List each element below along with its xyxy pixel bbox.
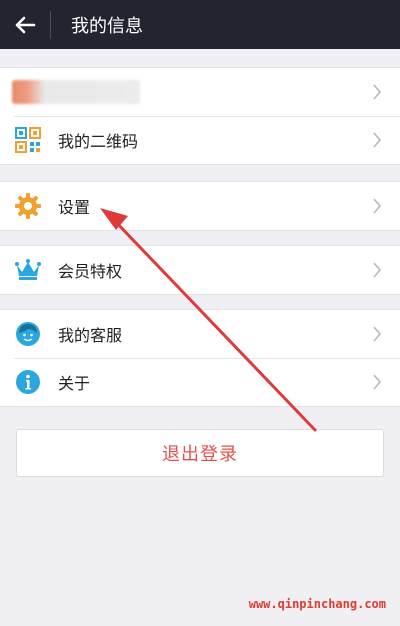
menu-item-qrcode[interactable]: 我的二维码 [0,116,400,164]
logout-label: 退出登录 [162,444,238,465]
crown-icon [14,256,42,284]
menu-item-label: 关于 [58,374,91,393]
group-vip: 会员特权 [0,245,400,295]
page-title: 我的信息 [71,15,143,37]
chevron-right-icon [373,198,382,214]
service-icon [14,320,42,348]
menu-item-label: 会员特权 [58,262,123,281]
group-profile: 我的二维码 [0,67,400,165]
chevron-right-icon [373,84,382,100]
app-header: 我的信息 [0,0,400,49]
menu-item-settings[interactable]: 设置 [0,182,400,230]
watermark-text: www.qinpinchang.com [248,597,386,611]
profile-row[interactable] [0,68,400,116]
group-settings: 设置 [0,181,400,231]
menu-item-about[interactable]: 关于 [0,358,400,406]
menu-item-vip[interactable]: 会员特权 [0,246,400,294]
logout-button[interactable]: 退出登录 [16,429,384,477]
qrcode-icon [14,126,42,154]
menu-item-label: 我的客服 [58,326,123,345]
menu-item-label: 设置 [58,198,91,217]
menu-item-service[interactable]: 我的客服 [0,310,400,358]
back-button[interactable] [0,0,50,49]
chevron-right-icon [373,374,382,390]
gear-icon [14,192,42,220]
chevron-right-icon [373,132,382,148]
info-icon [14,368,42,396]
group-support: 我的客服 关于 [0,309,400,407]
chevron-right-icon [373,262,382,278]
back-arrow-icon [15,16,36,33]
profile-name-blurred [12,80,140,104]
chevron-right-icon [373,326,382,342]
menu-item-label: 我的二维码 [58,132,139,151]
header-divider [50,10,51,39]
